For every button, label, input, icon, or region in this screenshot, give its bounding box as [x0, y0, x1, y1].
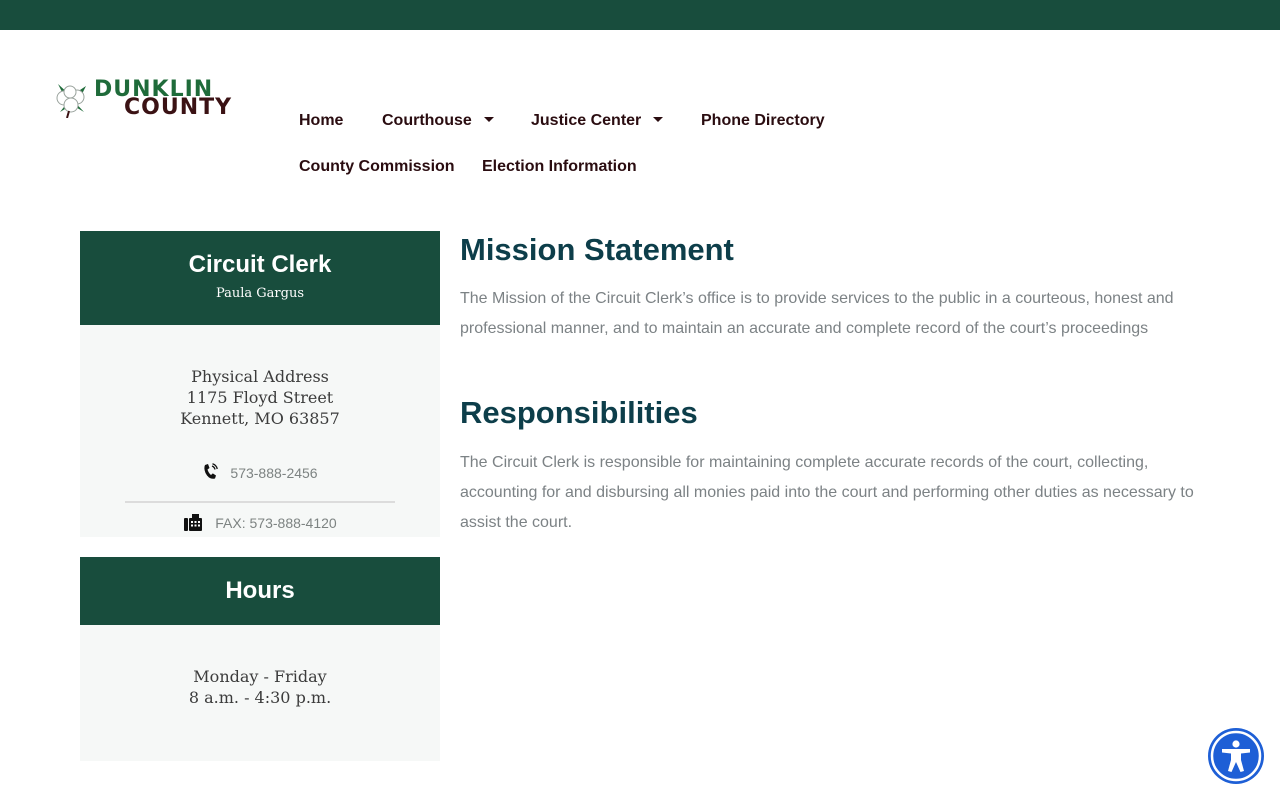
nav-county-commission[interactable]: County Commission — [299, 157, 455, 177]
phone-number[interactable]: 573-888-2456 — [230, 465, 317, 481]
phone-icon — [204, 463, 219, 480]
hours-text: Monday - Friday 8 a.m. - 4:30 p.m. — [80, 666, 440, 708]
nav-election-information[interactable]: Election Information — [482, 157, 637, 177]
physical-address: Physical Address 1175 Floyd Street Kenne… — [80, 366, 440, 429]
address-street: 1175 Floyd Street — [186, 388, 334, 407]
chevron-down-icon — [653, 117, 664, 123]
hours-card-header: Hours — [80, 557, 440, 625]
office-holder-name: Paula Gargus — [215, 286, 305, 301]
hours-card: Monday - Friday 8 a.m. - 4:30 p.m. — [80, 625, 440, 761]
fax-row: FAX: 573-888-4120 — [80, 514, 440, 533]
mission-text: The Mission of the Circuit Clerk’s offic… — [460, 290, 1174, 337]
top-bar — [0, 0, 1280, 30]
logo-line-2: COUNTY — [124, 95, 233, 120]
nav-courthouse[interactable]: Courthouse — [382, 111, 494, 131]
cotton-logo-icon — [56, 84, 86, 118]
hours-days: Monday - Friday — [193, 667, 327, 686]
nav-justice-center-label: Justice Center — [531, 112, 642, 129]
office-card-header: Circuit Clerk Paula Gargus — [80, 231, 440, 325]
office-contact-card: Physical Address 1175 Floyd Street Kenne… — [80, 325, 440, 537]
responsibilities-heading: Responsibilities — [460, 395, 698, 430]
nav-home[interactable]: Home — [299, 111, 343, 131]
fax-number: FAX: 573-888-4120 — [215, 515, 337, 531]
office-title: Circuit Clerk — [188, 251, 332, 278]
phone-row[interactable]: 573-888-2456 — [80, 463, 440, 483]
hours-times: 8 a.m. - 4:30 p.m. — [188, 688, 332, 707]
address-city: Kennett, MO 63857 — [180, 409, 340, 428]
contact-divider — [125, 501, 395, 503]
mission-heading: Mission Statement — [460, 232, 734, 267]
nav-courthouse-label: Courthouse — [382, 112, 472, 129]
accessibility-icon — [1208, 728, 1264, 784]
site-logo[interactable]: DUNKLIN COUNTY — [50, 78, 233, 122]
address-label: Physical Address — [191, 367, 329, 386]
nav-justice-center[interactable]: Justice Center — [531, 111, 664, 131]
hours-title: Hours — [225, 577, 295, 604]
fax-icon — [184, 514, 203, 532]
nav-phone-directory[interactable]: Phone Directory — [701, 111, 825, 131]
chevron-down-icon — [483, 117, 494, 123]
accessibility-button[interactable] — [1207, 727, 1265, 785]
responsibilities-text: The Circuit Clerk is responsible for mai… — [460, 454, 1194, 531]
